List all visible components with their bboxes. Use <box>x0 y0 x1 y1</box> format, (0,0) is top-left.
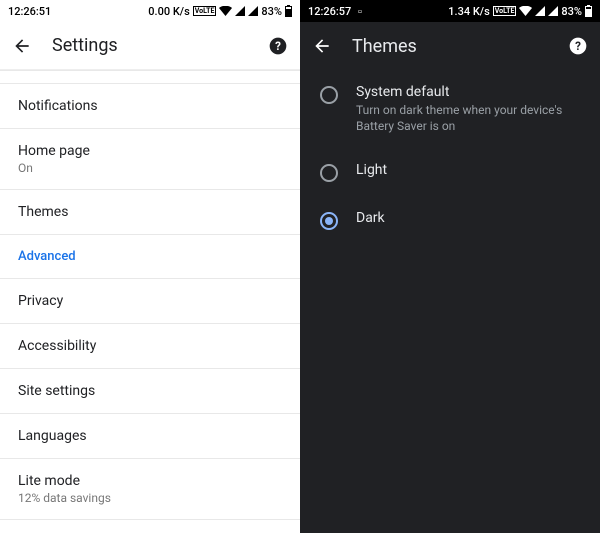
battery-icon <box>285 5 292 17</box>
radio-icon <box>320 86 338 104</box>
item-label: Home page <box>18 143 282 159</box>
app-bar: Themes ? <box>300 22 600 70</box>
settings-item-accessibility[interactable]: Accessibility <box>0 324 300 369</box>
volte-icon: VoLTE <box>493 6 517 16</box>
back-button[interactable] <box>312 36 332 56</box>
settings-item-downloads[interactable]: Downloads <box>0 520 300 533</box>
help-icon: ? <box>568 36 588 56</box>
theme-option-light[interactable]: Light <box>300 148 600 196</box>
battery-percent: 83% <box>261 5 282 18</box>
status-time: 12:26:57 ▫ <box>308 5 362 18</box>
item-label: Privacy <box>18 293 282 309</box>
radio-icon <box>320 164 338 182</box>
settings-section-advanced: Advanced <box>0 235 300 279</box>
settings-item-home-page[interactable]: Home page On <box>0 129 300 190</box>
wifi-icon <box>519 6 532 16</box>
settings-item-notifications[interactable]: Notifications <box>0 84 300 129</box>
item-label: Languages <box>18 428 282 444</box>
help-icon: ? <box>268 36 288 56</box>
settings-item-privacy[interactable]: Privacy <box>0 279 300 324</box>
settings-screen: 12:26:51 0.00 K/s VoLTE 83% Settings ? N… <box>0 0 300 533</box>
settings-item-languages[interactable]: Languages <box>0 414 300 459</box>
settings-item-lite-mode[interactable]: Lite mode 12% data savings <box>0 459 300 520</box>
wifi-icon <box>219 6 232 16</box>
option-label: System default <box>356 84 580 100</box>
svg-text:?: ? <box>275 39 281 53</box>
signal-icon-2 <box>548 6 558 16</box>
back-arrow-icon <box>312 36 332 56</box>
app-bar: Settings ? <box>0 22 300 70</box>
status-indicators: 0.00 K/s VoLTE 83% <box>148 5 292 18</box>
item-sub: On <box>18 161 282 175</box>
section-label: Advanced <box>18 249 282 264</box>
back-button[interactable] <box>12 36 32 56</box>
net-speed: 1.34 K/s <box>448 5 489 18</box>
signal-icon <box>535 6 545 16</box>
battery-icon <box>585 5 592 17</box>
themes-screen: 12:26:57 ▫ 1.34 K/s VoLTE 83% Themes ? S… <box>300 0 600 533</box>
option-label: Light <box>356 162 387 178</box>
settings-list: Notifications Home page On Themes Advanc… <box>0 70 300 533</box>
battery-percent: 83% <box>561 5 582 18</box>
screenshot-icon: ▫ <box>358 5 362 18</box>
option-sub: Turn on dark theme when your device's Ba… <box>356 102 580 134</box>
appbar-title: Themes <box>352 36 548 57</box>
radio-icon <box>320 212 338 230</box>
settings-item-themes[interactable]: Themes <box>0 190 300 235</box>
back-arrow-icon <box>12 36 32 56</box>
net-speed: 0.00 K/s <box>148 5 189 18</box>
theme-option-system-default[interactable]: System default Turn on dark theme when y… <box>300 70 600 148</box>
item-sub: 12% data savings <box>18 491 282 505</box>
status-bar: 12:26:57 ▫ 1.34 K/s VoLTE 83% <box>300 0 600 22</box>
appbar-title: Settings <box>52 35 248 56</box>
volte-icon: VoLTE <box>193 6 217 16</box>
signal-icon <box>235 6 245 16</box>
settings-item-site-settings[interactable]: Site settings <box>0 369 300 414</box>
list-spacer <box>0 70 300 84</box>
item-label: Lite mode <box>18 473 282 489</box>
status-indicators: 1.34 K/s VoLTE 83% <box>448 5 592 18</box>
item-label: Accessibility <box>18 338 282 354</box>
option-label: Dark <box>356 210 385 226</box>
status-bar: 12:26:51 0.00 K/s VoLTE 83% <box>0 0 300 22</box>
svg-text:?: ? <box>575 39 581 53</box>
theme-option-dark[interactable]: Dark <box>300 196 600 244</box>
help-button[interactable]: ? <box>568 36 588 56</box>
signal-icon-2 <box>248 6 258 16</box>
item-label: Themes <box>18 204 282 220</box>
theme-options: System default Turn on dark theme when y… <box>300 70 600 533</box>
help-button[interactable]: ? <box>268 36 288 56</box>
item-label: Notifications <box>18 98 282 114</box>
status-time: 12:26:51 <box>8 5 51 18</box>
item-label: Site settings <box>18 383 282 399</box>
